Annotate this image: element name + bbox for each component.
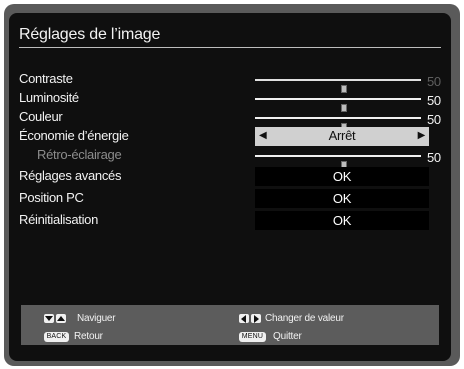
change-value-hint: Changer de valeur [265, 313, 344, 324]
quit-hint: Quitter [273, 331, 302, 342]
backlight-value: 50 [427, 150, 441, 165]
pc-position-label: Position PC [19, 190, 84, 205]
menu-key-icon: MENU [239, 332, 266, 342]
contrast-value: 50 [427, 74, 441, 89]
energy-saving-selector[interactable]: ◀ Arrêt ▶ [255, 127, 429, 146]
color-value: 50 [427, 112, 441, 127]
setting-row-reset[interactable]: Réinitialisation OK [19, 211, 445, 230]
footer-help-bar: Naviguer BACK Retour Changer de valeur M… [21, 305, 439, 345]
setting-row-energy-saving[interactable]: Économie d’énergie ◀ Arrêt ▶ [19, 127, 445, 146]
right-arrow-key-icon [251, 314, 261, 323]
up-arrow-key-icon [56, 314, 66, 323]
left-arrow-key-icon [239, 314, 249, 323]
reset-label: Réinitialisation [19, 212, 99, 227]
contrast-label: Contraste [19, 71, 73, 86]
down-arrow-key-icon [44, 314, 54, 323]
energy-saving-label: Économie d’énergie [19, 128, 129, 143]
pc-position-ok-button[interactable]: OK [255, 189, 429, 208]
brightness-value: 50 [427, 93, 441, 108]
menu-title: Réglages de l’image [19, 26, 441, 48]
color-label: Couleur [19, 109, 63, 124]
color-slider[interactable] [255, 117, 421, 131]
advanced-settings-label: Réglages avancés [19, 168, 122, 183]
picture-settings-menu: Réglages de l’image Contraste 50 Luminos… [9, 13, 451, 361]
brightness-slider[interactable] [255, 98, 421, 112]
reset-ok-button[interactable]: OK [255, 211, 429, 230]
energy-saving-value: Arrêt [328, 128, 356, 143]
advanced-settings-ok-button[interactable]: OK [255, 167, 429, 186]
setting-row-contrast[interactable]: Contraste 50 [19, 70, 445, 93]
setting-row-advanced[interactable]: Réglages avancés OK [19, 167, 445, 186]
setting-row-color[interactable]: Couleur 50 [19, 108, 445, 131]
setting-row-backlight[interactable]: Rétro-éclairage 50 [19, 146, 445, 169]
triangle-right-icon[interactable]: ▶ [418, 130, 426, 141]
backlight-slider[interactable] [255, 155, 421, 169]
setting-row-brightness[interactable]: Luminosité 50 [19, 89, 445, 112]
backlight-label: Rétro-éclairage [37, 147, 122, 162]
brightness-label: Luminosité [19, 90, 79, 105]
contrast-slider[interactable] [255, 79, 421, 93]
setting-row-pc-position[interactable]: Position PC OK [19, 189, 445, 208]
navigate-hint: Naviguer [77, 313, 116, 324]
back-hint: Retour [74, 331, 103, 342]
back-key-icon: BACK [44, 332, 69, 342]
